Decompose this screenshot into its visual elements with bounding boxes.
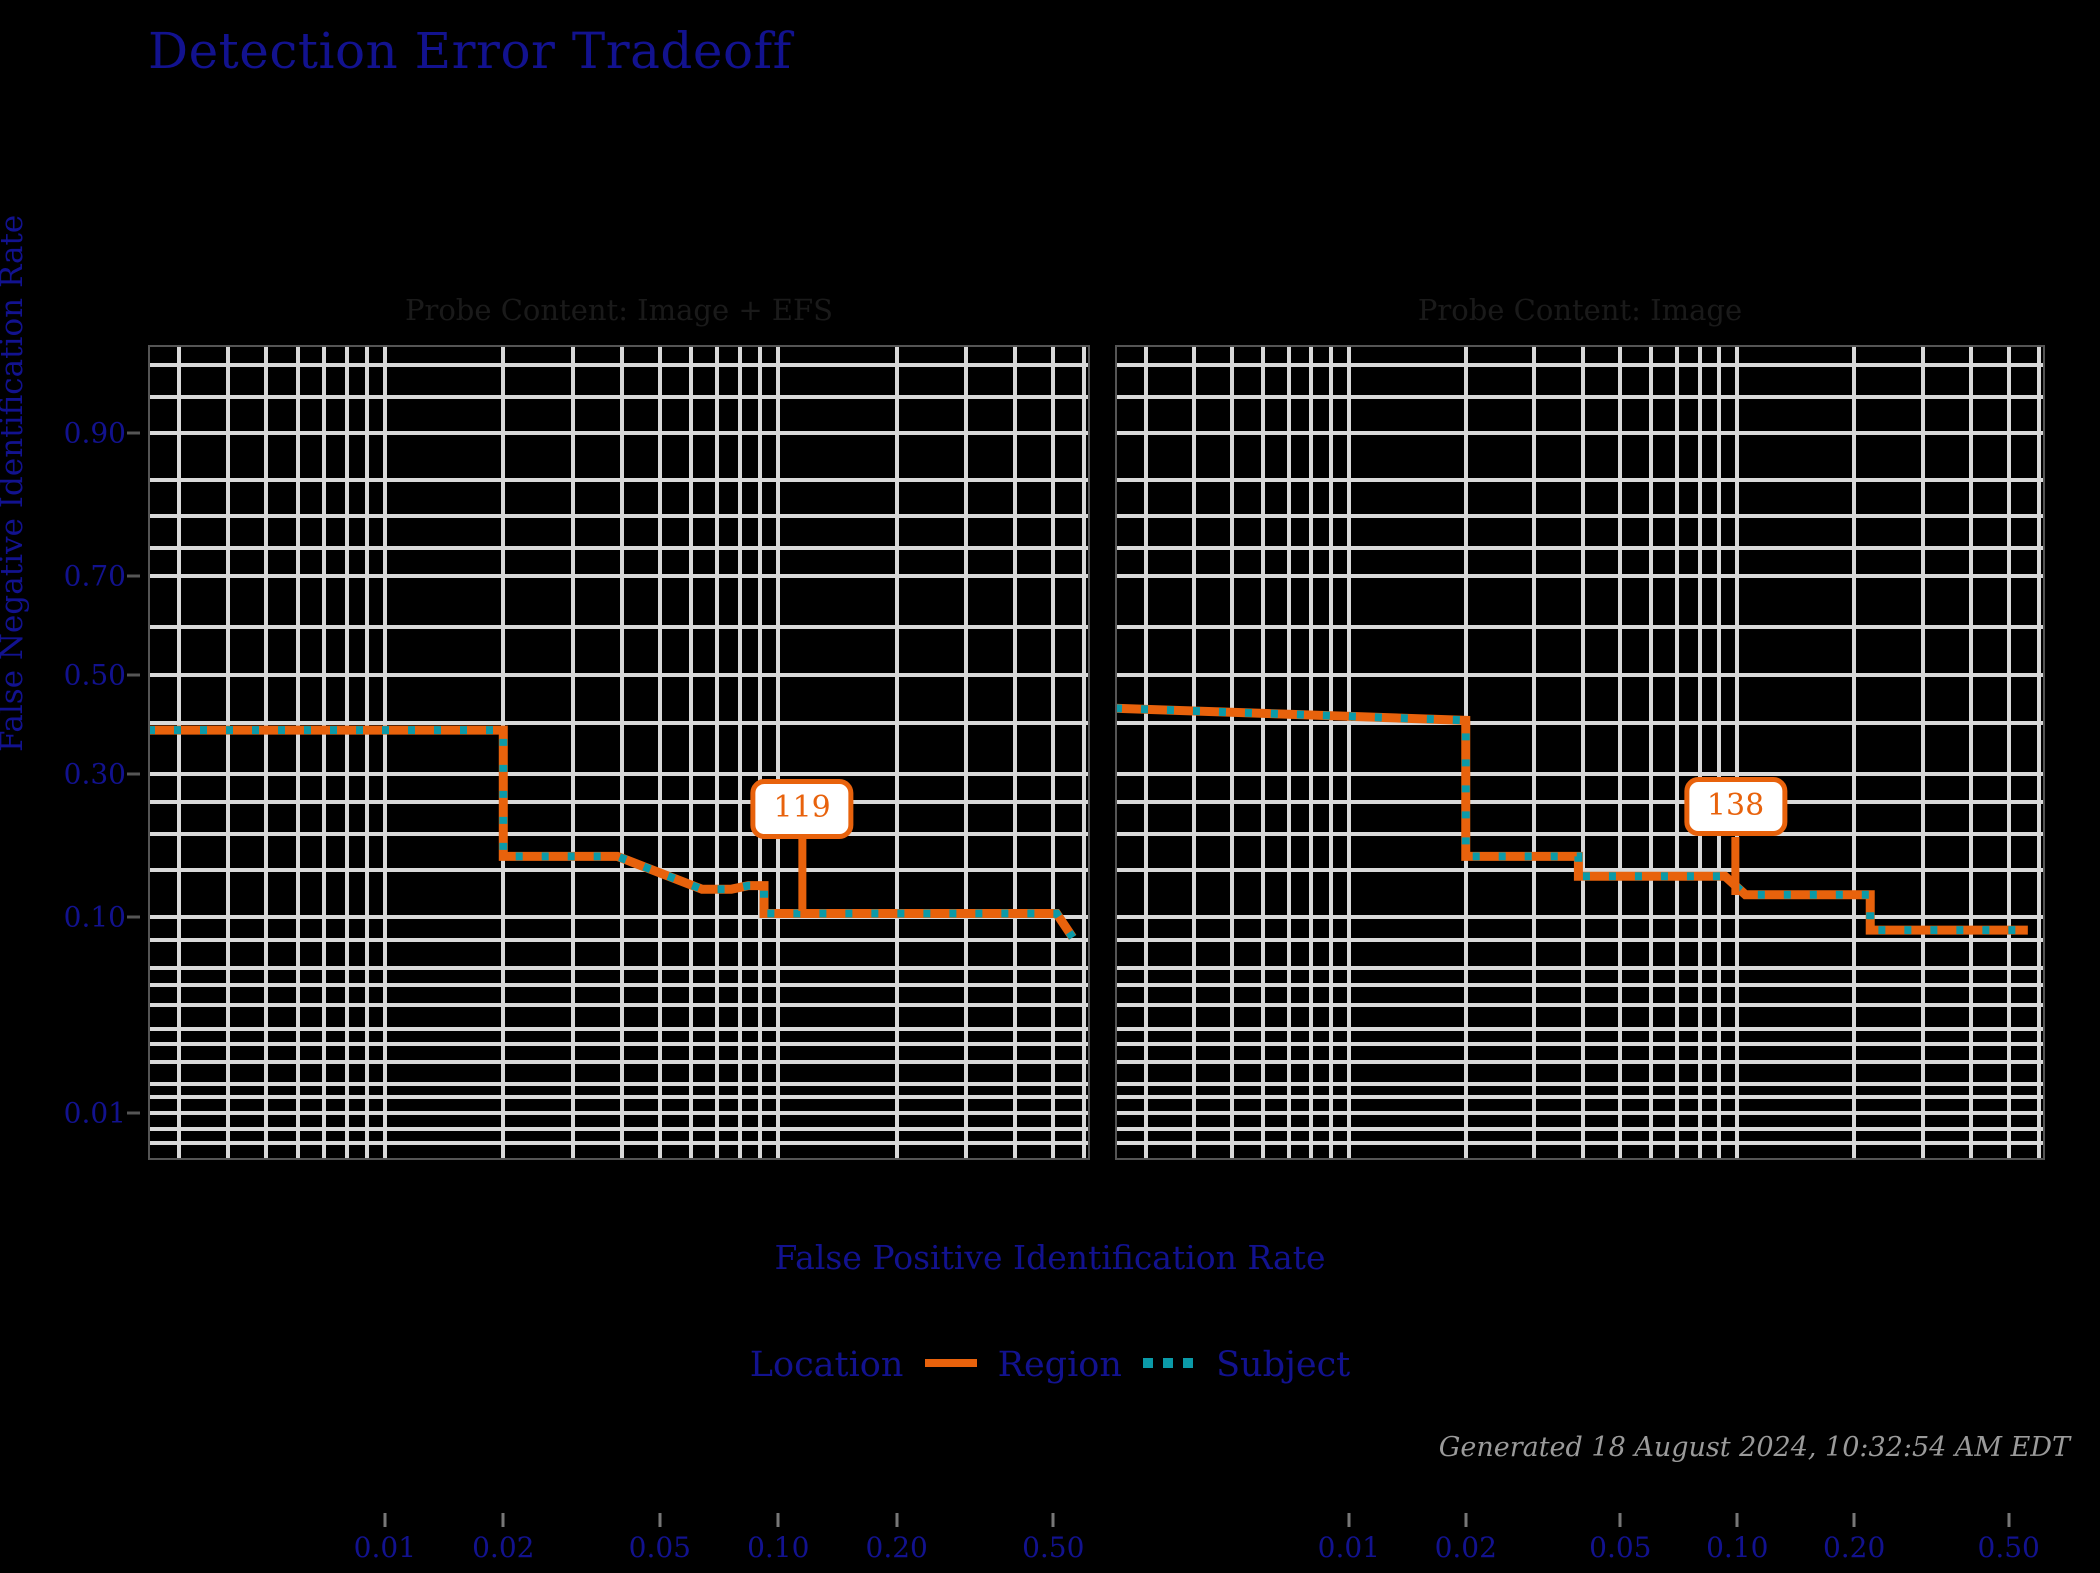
x-tick-label: 0.02 <box>472 1531 535 1564</box>
legend-title: Location <box>749 1345 904 1385</box>
x-axis-title: False Positive Identification Rate <box>774 1238 1326 1277</box>
x-tick-mark <box>1464 1513 1468 1527</box>
x-tick-mark <box>383 1513 387 1527</box>
y-tick-mark <box>127 673 140 677</box>
callout-label: 119 <box>773 790 831 826</box>
x-tick-label: 0.10 <box>747 1531 810 1564</box>
x-tick-mark <box>1347 1513 1351 1527</box>
generated-timestamp: Generated 18 August 2024, 10:32:54 AM ED… <box>1438 1432 2070 1463</box>
series-region <box>148 725 1077 940</box>
callout-stem <box>798 839 807 912</box>
y-tick-label: 0.01 <box>63 1096 126 1130</box>
legend-swatch-subject <box>1142 1358 1195 1368</box>
x-axis-tick-labels: 0.01 0.02 0.05 0.10 0.20 0.50 <box>1115 1513 2045 1573</box>
x-tick-label: 0.01 <box>353 1531 417 1564</box>
x-tick-mark <box>2007 1513 2011 1527</box>
x-tick-mark <box>895 1513 899 1527</box>
x-tick-label: 0.50 <box>1022 1531 1085 1564</box>
x-tick-label: 0.20 <box>1822 1531 1886 1564</box>
curve-layer <box>148 725 1077 940</box>
y-tick-mark <box>127 772 140 776</box>
callout-annotation: 138 <box>1683 776 1788 895</box>
curve-layer <box>1115 703 2028 935</box>
panel-image-plus-efs: Probe Content: Image + EFS 119 0.01 0.02 0… <box>148 293 1090 1564</box>
x-axis-tick-labels: 0.01 0.02 0.05 0.10 0.20 0.50 <box>148 1513 1090 1573</box>
y-tick-mark <box>127 574 140 578</box>
x-tick-label: 0.05 <box>628 1531 691 1564</box>
x-tick-mark <box>1735 1513 1739 1527</box>
legend: Location Region Subject <box>0 1345 2100 1385</box>
y-tick-label: 0.50 <box>63 658 126 692</box>
chart-root: Detection Error Tradeoff False Negative … <box>0 0 2100 1564</box>
x-tick-label: 0.02 <box>1434 1531 1497 1564</box>
plot-area <box>1115 345 2045 1160</box>
legend-label-region: Region <box>997 1345 1122 1385</box>
x-tick-label: 0.01 <box>1317 1531 1380 1564</box>
x-tick-mark <box>1618 1513 1622 1527</box>
x-tick-mark <box>1852 1513 1856 1527</box>
page-title: Detection Error Tradeoff <box>148 22 792 80</box>
y-tick-mark <box>127 915 140 919</box>
y-tick-label: 0.10 <box>63 900 126 934</box>
series-subject <box>148 726 1076 940</box>
y-axis-tick-labels: 0.90 0.70 0.50 0.30 0.10 0.01 <box>0 345 140 1160</box>
series-subject <box>1115 704 2028 935</box>
x-tick-mark <box>1051 1513 1055 1527</box>
x-tick-mark <box>776 1513 780 1527</box>
y-tick-label: 0.70 <box>63 559 126 593</box>
y-tick-label: 0.30 <box>63 757 126 791</box>
callout-stem <box>1731 836 1740 895</box>
x-tick-label: 0.05 <box>1589 1531 1652 1564</box>
legend-swatch-region <box>924 1359 977 1367</box>
callout-label: 138 <box>1706 787 1765 823</box>
callout-annotation: 119 <box>750 779 854 912</box>
y-tick-mark <box>127 431 140 435</box>
y-tick-mark <box>127 1111 140 1115</box>
y-tick-label: 0.90 <box>63 416 126 450</box>
plot-area <box>148 345 1090 1160</box>
panel-title: Probe Content: Image <box>1417 293 1743 327</box>
x-tick-label: 0.50 <box>1977 1531 2040 1564</box>
panel-image: Probe Content: Image 138 0.01 0.02 0.05 0.1… <box>1115 293 2045 1564</box>
x-tick-mark <box>658 1513 662 1527</box>
legend-label-subject: Subject <box>1216 1345 1351 1385</box>
x-tick-label: 0.20 <box>865 1531 928 1564</box>
panel-title: Probe Content: Image + EFS <box>404 293 834 327</box>
x-tick-mark <box>501 1513 505 1527</box>
series-region <box>1115 703 2028 935</box>
x-tick-label: 0.10 <box>1706 1531 1769 1564</box>
